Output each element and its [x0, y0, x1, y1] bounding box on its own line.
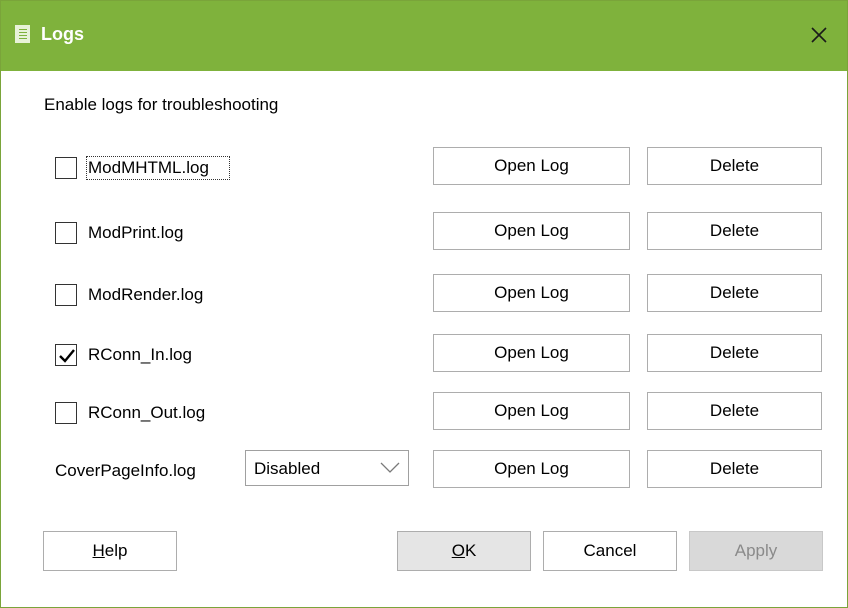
open-log-button[interactable]: Open Log — [433, 147, 630, 185]
log-row: ModRender.log Open Log Delete — [1, 274, 847, 314]
cover-page-select[interactable]: Disabled — [245, 450, 409, 486]
cover-page-row: CoverPageInfo.log Disabled Open Log Dele… — [1, 450, 847, 490]
delete-log-button[interactable]: Delete — [647, 334, 822, 372]
chevron-down-icon — [380, 462, 400, 473]
close-button[interactable] — [791, 11, 847, 61]
help-button[interactable]: Help — [43, 531, 177, 571]
cover-page-select-value: Disabled — [254, 459, 321, 478]
cover-page-label: CoverPageInfo.log — [55, 461, 196, 480]
log-name-label[interactable]: ModPrint.log — [88, 223, 228, 243]
log-checkbox[interactable] — [55, 157, 77, 179]
log-name-label[interactable]: RConn_Out.log — [88, 403, 220, 423]
log-document-icon — [15, 25, 30, 43]
open-log-button[interactable]: Open Log — [433, 212, 630, 250]
ok-button[interactable]: OK — [397, 531, 531, 571]
log-checkbox[interactable] — [55, 402, 77, 424]
open-log-button[interactable]: Open Log — [433, 274, 630, 312]
log-row: RConn_In.log Open Log Delete — [1, 334, 847, 374]
log-checkbox[interactable] — [55, 344, 77, 366]
window-title: Logs — [41, 24, 84, 44]
delete-log-button[interactable]: Delete — [647, 274, 822, 312]
intro-label: Enable logs for troubleshooting — [44, 95, 279, 114]
delete-log-button[interactable]: Delete — [647, 212, 822, 250]
cancel-button[interactable]: Cancel — [543, 531, 677, 571]
apply-button[interactable]: Apply — [689, 531, 823, 571]
log-row: RConn_Out.log Open Log Delete — [1, 392, 847, 432]
delete-log-button[interactable]: Delete — [647, 392, 822, 430]
open-log-button[interactable]: Open Log — [433, 392, 630, 430]
open-log-button[interactable]: Open Log — [433, 450, 630, 488]
help-label-rest: elp — [104, 541, 128, 560]
ok-label-rest: K — [464, 541, 477, 560]
delete-log-button[interactable]: Delete — [647, 450, 822, 488]
log-row: ModMHTML.log Open Log Delete — [1, 147, 847, 187]
logs-dialog: Logs Enable logs for troubleshooting Mod… — [0, 0, 848, 608]
open-log-button[interactable]: Open Log — [433, 334, 630, 372]
close-icon — [811, 27, 827, 43]
log-checkbox[interactable] — [55, 222, 77, 244]
ok-mnemonic: O — [451, 541, 465, 560]
help-mnemonic: H — [92, 541, 105, 560]
log-name-label[interactable]: ModRender.log — [88, 285, 228, 305]
checkmark-icon — [59, 349, 75, 363]
title-bar: Logs — [1, 1, 847, 71]
log-row: ModPrint.log Open Log Delete — [1, 212, 847, 252]
log-name-label[interactable]: RConn_In.log — [88, 345, 228, 365]
delete-log-button[interactable]: Delete — [647, 147, 822, 185]
log-checkbox[interactable] — [55, 284, 77, 306]
log-name-label[interactable]: ModMHTML.log — [86, 156, 230, 180]
